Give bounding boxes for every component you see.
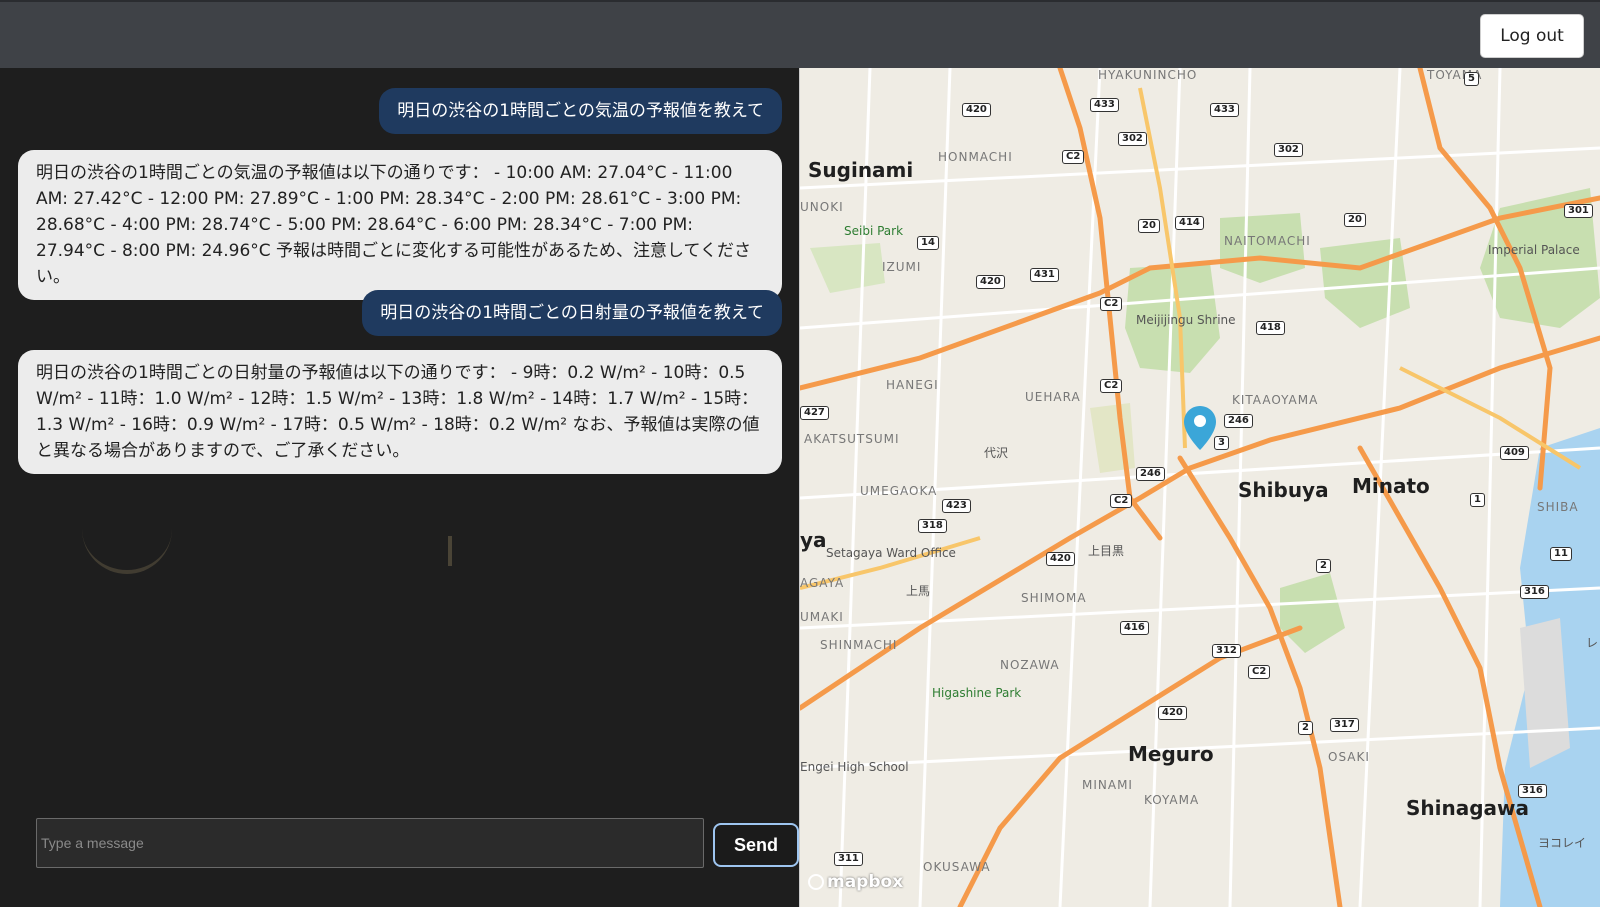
mapbox-logo-icon xyxy=(808,874,824,890)
ward-label: Meguro xyxy=(1128,742,1214,766)
road-shield: 316 xyxy=(1518,784,1547,798)
road-shield: C2 xyxy=(1100,379,1123,393)
road-shield: 317 xyxy=(1330,718,1359,732)
district-label: UMAKI xyxy=(800,610,844,624)
district-label: 上馬 xyxy=(906,584,931,598)
poi-label: Setagaya Ward Office xyxy=(826,546,956,560)
district-label: KOYAMA xyxy=(1144,793,1200,807)
road-shield: 318 xyxy=(918,519,947,533)
district-label: UNOKI xyxy=(800,200,844,214)
road-shield: 418 xyxy=(1256,321,1285,335)
district-label: IZUMI xyxy=(882,260,922,274)
ward-label: Shinagawa xyxy=(1406,796,1530,820)
district-label: KITAAOYAMA xyxy=(1232,393,1319,407)
road-shield: 409 xyxy=(1500,446,1529,460)
road-shield: 1 xyxy=(1470,493,1485,507)
mapbox-logo[interactable]: mapbox xyxy=(808,872,903,892)
district-label: ヨコレイ xyxy=(1538,836,1587,850)
road-shield: 246 xyxy=(1224,414,1253,428)
road-shield: 312 xyxy=(1212,644,1241,658)
district-label: UEHARA xyxy=(1025,390,1081,404)
road-shield: 14 xyxy=(917,236,939,250)
district-label: SHIBA xyxy=(1537,500,1579,514)
district-label: OSAKI xyxy=(1328,750,1370,764)
district-label: NAITOMACHI xyxy=(1224,234,1311,248)
road-shield: 433 xyxy=(1090,98,1119,112)
road-shield: 420 xyxy=(1046,552,1075,566)
road-shield: 20 xyxy=(1344,213,1366,227)
poi-label: Higashine Park xyxy=(932,686,1022,700)
ward-label: Shibuya xyxy=(1238,478,1329,502)
road-shield: 2 xyxy=(1298,721,1313,735)
user-message: 明日の渋谷の1時間ごとの日射量の予報値を教えて xyxy=(362,290,782,336)
road-shield: 420 xyxy=(962,103,991,117)
user-message: 明日の渋谷の1時間ごとの気温の予報値を教えて xyxy=(379,88,782,134)
district-label: MINAMI xyxy=(1082,778,1133,792)
ward-label: Suginami xyxy=(808,158,914,182)
road-shield: 423 xyxy=(942,499,971,513)
road-shield: 420 xyxy=(1158,706,1187,720)
district-label: SHINMACHI xyxy=(820,638,898,652)
message-input[interactable] xyxy=(36,818,704,868)
road-shield: 427 xyxy=(800,406,829,420)
road-shield: 11 xyxy=(1550,547,1572,561)
district-label: HANEGI xyxy=(886,378,939,392)
assistant-message: 明日の渋谷の1時間ごとの日射量の予報値は以下の通りです： - 9時：0.2 W/… xyxy=(18,350,782,474)
road-shield: 433 xyxy=(1210,103,1239,117)
background-logo-mark xyxy=(448,536,452,566)
poi-label: Imperial Palace xyxy=(1488,243,1580,257)
road-shield: C2 xyxy=(1110,494,1133,508)
assistant-message: 明日の渋谷の1時間ごとの気温の予報値は以下の通りです： - 10:00 AM: … xyxy=(18,150,782,300)
district-label: AKATSUTSUMI xyxy=(804,432,900,446)
road-shield: 2 xyxy=(1316,559,1331,573)
road-shield: 301 xyxy=(1564,204,1593,218)
district-label: UMEGAOKA xyxy=(860,484,938,498)
district-label: OKUSAWA xyxy=(923,860,991,874)
top-bar: Log out xyxy=(0,0,1600,68)
road-shield: 246 xyxy=(1136,467,1165,481)
road-shield: C2 xyxy=(1062,150,1085,164)
road-shield: 311 xyxy=(834,852,863,866)
mapbox-attribution: mapbox xyxy=(827,872,904,892)
district-label: 上目黒 xyxy=(1088,544,1125,558)
district-label: AGAYA xyxy=(800,576,845,590)
district-label: SHIMOMA xyxy=(1021,591,1087,605)
send-button[interactable]: Send xyxy=(713,823,799,867)
road-shield: 302 xyxy=(1118,132,1147,146)
road-shield: 414 xyxy=(1175,216,1204,230)
road-shield: 316 xyxy=(1520,585,1549,599)
background-logo xyxy=(82,498,172,574)
map-view[interactable]: HYAKUNINCHO TOYAMA HONMACHI UNOKI IZUMI … xyxy=(800,68,1600,907)
road-shield: 20 xyxy=(1138,219,1160,233)
road-shield: 420 xyxy=(976,275,1005,289)
road-shield: 5 xyxy=(1464,72,1479,86)
poi-label: Engei High School xyxy=(800,760,909,774)
road-shield: 3 xyxy=(1214,436,1229,450)
ward-label: ya xyxy=(800,528,827,552)
location-pin-icon[interactable] xyxy=(1184,406,1216,450)
ward-label: Minato xyxy=(1352,474,1430,498)
road-shield: 302 xyxy=(1274,143,1303,157)
poi-label: Seibi Park xyxy=(844,224,904,238)
road-shield: 416 xyxy=(1120,621,1149,635)
poi-label: Meijijingu Shrine xyxy=(1136,313,1236,327)
district-label: レ xyxy=(1586,636,1599,650)
road-shield: C2 xyxy=(1248,665,1271,679)
chat-panel: 明日の渋谷の1時間ごとの気温の予報値を教えて 明日の渋谷の1時間ごとの気温の予報… xyxy=(0,68,800,907)
district-label: NOZAWA xyxy=(1000,658,1060,672)
district-label: HONMACHI xyxy=(938,150,1013,164)
district-label: HYAKUNINCHO xyxy=(1098,68,1198,82)
road-shield: C2 xyxy=(1100,297,1123,311)
logout-button[interactable]: Log out xyxy=(1480,14,1584,58)
district-label: 代沢 xyxy=(984,446,1009,460)
road-shield: 431 xyxy=(1030,268,1059,282)
